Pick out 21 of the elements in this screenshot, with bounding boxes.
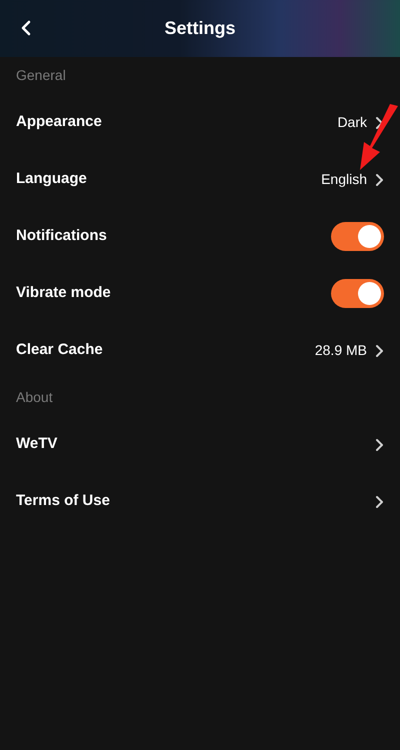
chevron-right-icon bbox=[375, 494, 384, 508]
back-icon bbox=[21, 20, 31, 36]
section-title: About bbox=[16, 388, 53, 407]
setting-label[interactable]: Terms of Use bbox=[16, 490, 110, 513]
header-title: Settings bbox=[164, 17, 236, 40]
setting-label[interactable]: Clear Cache bbox=[16, 339, 103, 362]
setting-label[interactable]: Appearance bbox=[16, 111, 102, 134]
chevron-right-icon bbox=[375, 172, 384, 186]
toggle-switch[interactable] bbox=[331, 279, 384, 308]
toggle-switch[interactable] bbox=[331, 222, 384, 251]
setting-label[interactable]: Language bbox=[16, 168, 87, 191]
setting-label[interactable]: Notifications bbox=[16, 225, 107, 248]
setting-value: Dark bbox=[337, 113, 367, 132]
chevron-right-icon bbox=[375, 116, 384, 130]
chevron-right-icon bbox=[375, 438, 384, 452]
setting-label[interactable]: Vibrate mode bbox=[16, 282, 111, 305]
setting-label[interactable]: WeTV bbox=[16, 433, 58, 456]
setting-value: 28.9 MB bbox=[314, 341, 367, 360]
setting-value: English bbox=[321, 170, 367, 189]
chevron-right-icon bbox=[375, 344, 384, 358]
section-title: General bbox=[16, 66, 66, 85]
